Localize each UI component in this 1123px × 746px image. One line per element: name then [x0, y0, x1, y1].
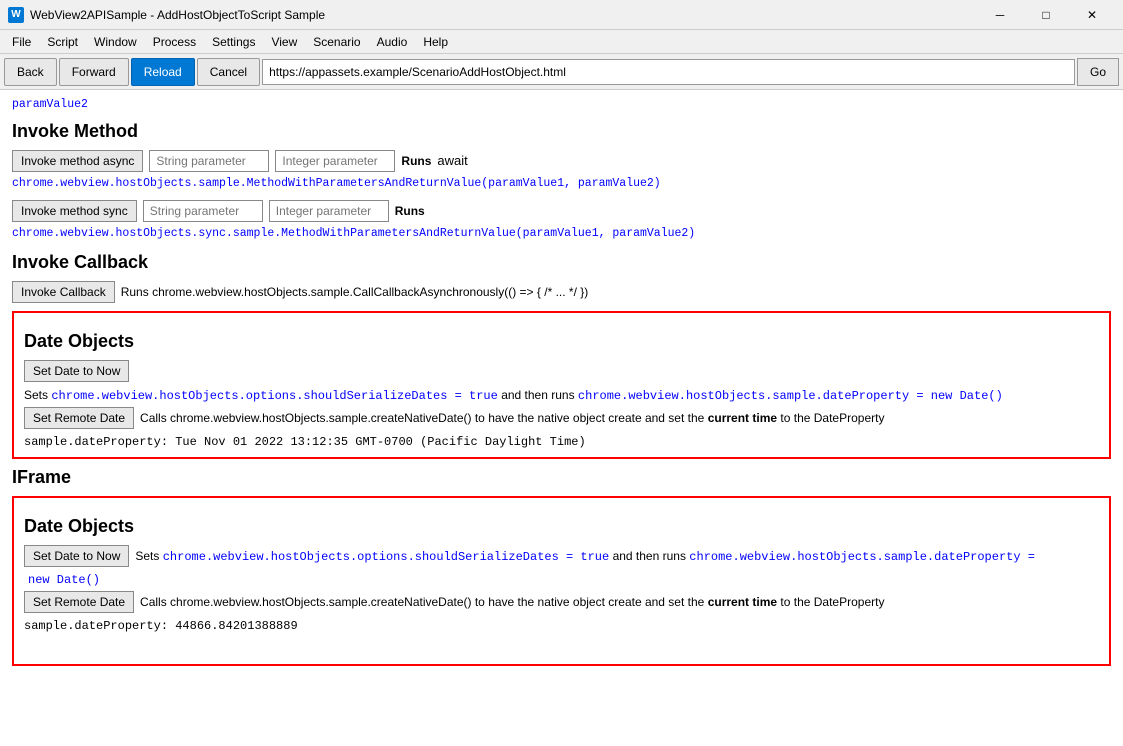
iframe-set-date-description: Sets chrome.webview.hostObjects.options.… [135, 549, 1035, 564]
runs-async-label: Runs [401, 154, 431, 168]
set-remote-date-button[interactable]: Set Remote Date [24, 407, 134, 429]
content-area[interactable]: paramValue2 Invoke Method Invoke method … [0, 90, 1123, 746]
iframe-set-remote-description: Calls chrome.webview.hostObjects.sample.… [140, 595, 884, 609]
iframe-set-date-code3: new Date() [28, 573, 100, 587]
menu-view[interactable]: View [263, 33, 305, 51]
set-remote-description: Calls chrome.webview.hostObjects.sample.… [140, 411, 884, 425]
close-button[interactable]: ✕ [1069, 0, 1115, 30]
iframe-set-remote-current: current time [708, 595, 777, 609]
menu-window[interactable]: Window [86, 33, 145, 51]
minimize-button[interactable]: ─ [977, 0, 1023, 30]
invoke-sync-row: Invoke method sync Runs [12, 200, 1111, 222]
sync-string-param-input[interactable] [143, 200, 263, 222]
date-objects-section: Date Objects Set Date to Now Sets chrome… [12, 311, 1111, 459]
set-date-code2: chrome.webview.hostObjects.sample.datePr… [578, 389, 1003, 403]
iframe-set-remote-row: Set Remote Date Calls chrome.webview.hos… [24, 591, 1099, 613]
maximize-button[interactable]: □ [1023, 0, 1069, 30]
iframe-set-date-code2: chrome.webview.hostObjects.sample.datePr… [689, 550, 1035, 564]
menu-scenario[interactable]: Scenario [305, 33, 368, 51]
invoke-async-row: Invoke method async Runs await [12, 150, 1111, 172]
callback-runs-text: Runs chrome.webview.hostObjects.sample.C… [121, 285, 589, 299]
menu-process[interactable]: Process [145, 33, 204, 51]
menu-audio[interactable]: Audio [369, 33, 416, 51]
iframe-set-remote-desc-text: Calls chrome.webview.hostObjects.sample.… [140, 595, 704, 609]
invoke-callback-button[interactable]: Invoke Callback [12, 281, 115, 303]
set-date-desc-start: Sets [24, 388, 48, 402]
set-date-button[interactable]: Set Date to Now [24, 360, 129, 382]
iframe-date-objects-title: Date Objects [24, 516, 1099, 537]
toolbar: Back Forward Reload Cancel Go [0, 54, 1123, 90]
address-bar[interactable] [262, 59, 1075, 85]
iframe-container[interactable]: Date Objects Set Date to Now Sets chrome… [12, 496, 1111, 666]
reload-button[interactable]: Reload [131, 58, 195, 86]
menubar: File Script Window Process Settings View… [0, 30, 1123, 54]
date-objects-title: Date Objects [24, 331, 1099, 352]
set-date-code1: chrome.webview.hostObjects.options.shoul… [51, 389, 497, 403]
back-button[interactable]: Back [4, 58, 57, 86]
invoke-method-async-button[interactable]: Invoke method async [12, 150, 143, 172]
top-cut-text: paramValue2 [12, 98, 1111, 111]
sync-integer-param-input[interactable] [269, 200, 389, 222]
go-button[interactable]: Go [1077, 58, 1119, 86]
menu-settings[interactable]: Settings [204, 33, 263, 51]
titlebar: W WebView2APISample - AddHostObjectToScr… [0, 0, 1123, 30]
iframe-set-date-desc-mid: and then runs [613, 549, 686, 563]
set-date-description: Sets chrome.webview.hostObjects.options.… [24, 388, 1003, 403]
iframe-set-date-code1: chrome.webview.hostObjects.options.shoul… [163, 550, 609, 564]
async-code: chrome.webview.hostObjects.sample.Method… [12, 176, 1111, 192]
set-remote-row: Set Remote Date Calls chrome.webview.hos… [24, 407, 1099, 429]
app-icon: W [8, 7, 24, 23]
invoke-callback-row: Invoke Callback Runs chrome.webview.host… [12, 281, 1111, 303]
iframe-title: IFrame [12, 467, 1111, 488]
menu-script[interactable]: Script [39, 33, 86, 51]
titlebar-title: WebView2APISample - AddHostObjectToScrip… [30, 8, 977, 22]
cancel-button[interactable]: Cancel [197, 58, 260, 86]
iframe-set-date-desc-start: Sets [135, 549, 159, 563]
invoke-method-title: Invoke Method [12, 121, 1111, 142]
sync-code: chrome.webview.hostObjects.sync.sample.M… [12, 226, 1111, 242]
invoke-method-sync-button[interactable]: Invoke method sync [12, 200, 137, 222]
iframe-set-remote-to: to the DateProperty [780, 595, 884, 609]
iframe-set-date-code3-line: new Date() [28, 571, 1099, 587]
set-remote-to: to the DateProperty [780, 411, 884, 425]
set-remote-desc-text: Calls chrome.webview.hostObjects.sample.… [140, 411, 704, 425]
invoke-callback-title: Invoke Callback [12, 252, 1111, 273]
forward-button[interactable]: Forward [59, 58, 129, 86]
date-property-value: sample.dateProperty: Tue Nov 01 2022 13:… [24, 435, 1099, 449]
menu-file[interactable]: File [4, 33, 39, 51]
set-date-row: Set Date to Now Sets chrome.webview.host… [24, 360, 1099, 403]
iframe-set-remote-date-button[interactable]: Set Remote Date [24, 591, 134, 613]
menu-help[interactable]: Help [415, 33, 456, 51]
iframe-set-date-button[interactable]: Set Date to Now [24, 545, 129, 567]
runs-sync-label: Runs [395, 204, 425, 218]
iframe-set-date-row: Set Date to Now Sets chrome.webview.host… [24, 545, 1099, 567]
async-string-param-input[interactable] [149, 150, 269, 172]
set-remote-current: current time [708, 411, 777, 425]
async-integer-param-input[interactable] [275, 150, 395, 172]
window-controls: ─ □ ✕ [977, 0, 1115, 30]
set-date-desc-mid: and then runs [501, 388, 574, 402]
iframe-date-property-value: sample.dateProperty: 44866.84201388889 [24, 619, 1099, 633]
await-label: await [437, 153, 467, 168]
